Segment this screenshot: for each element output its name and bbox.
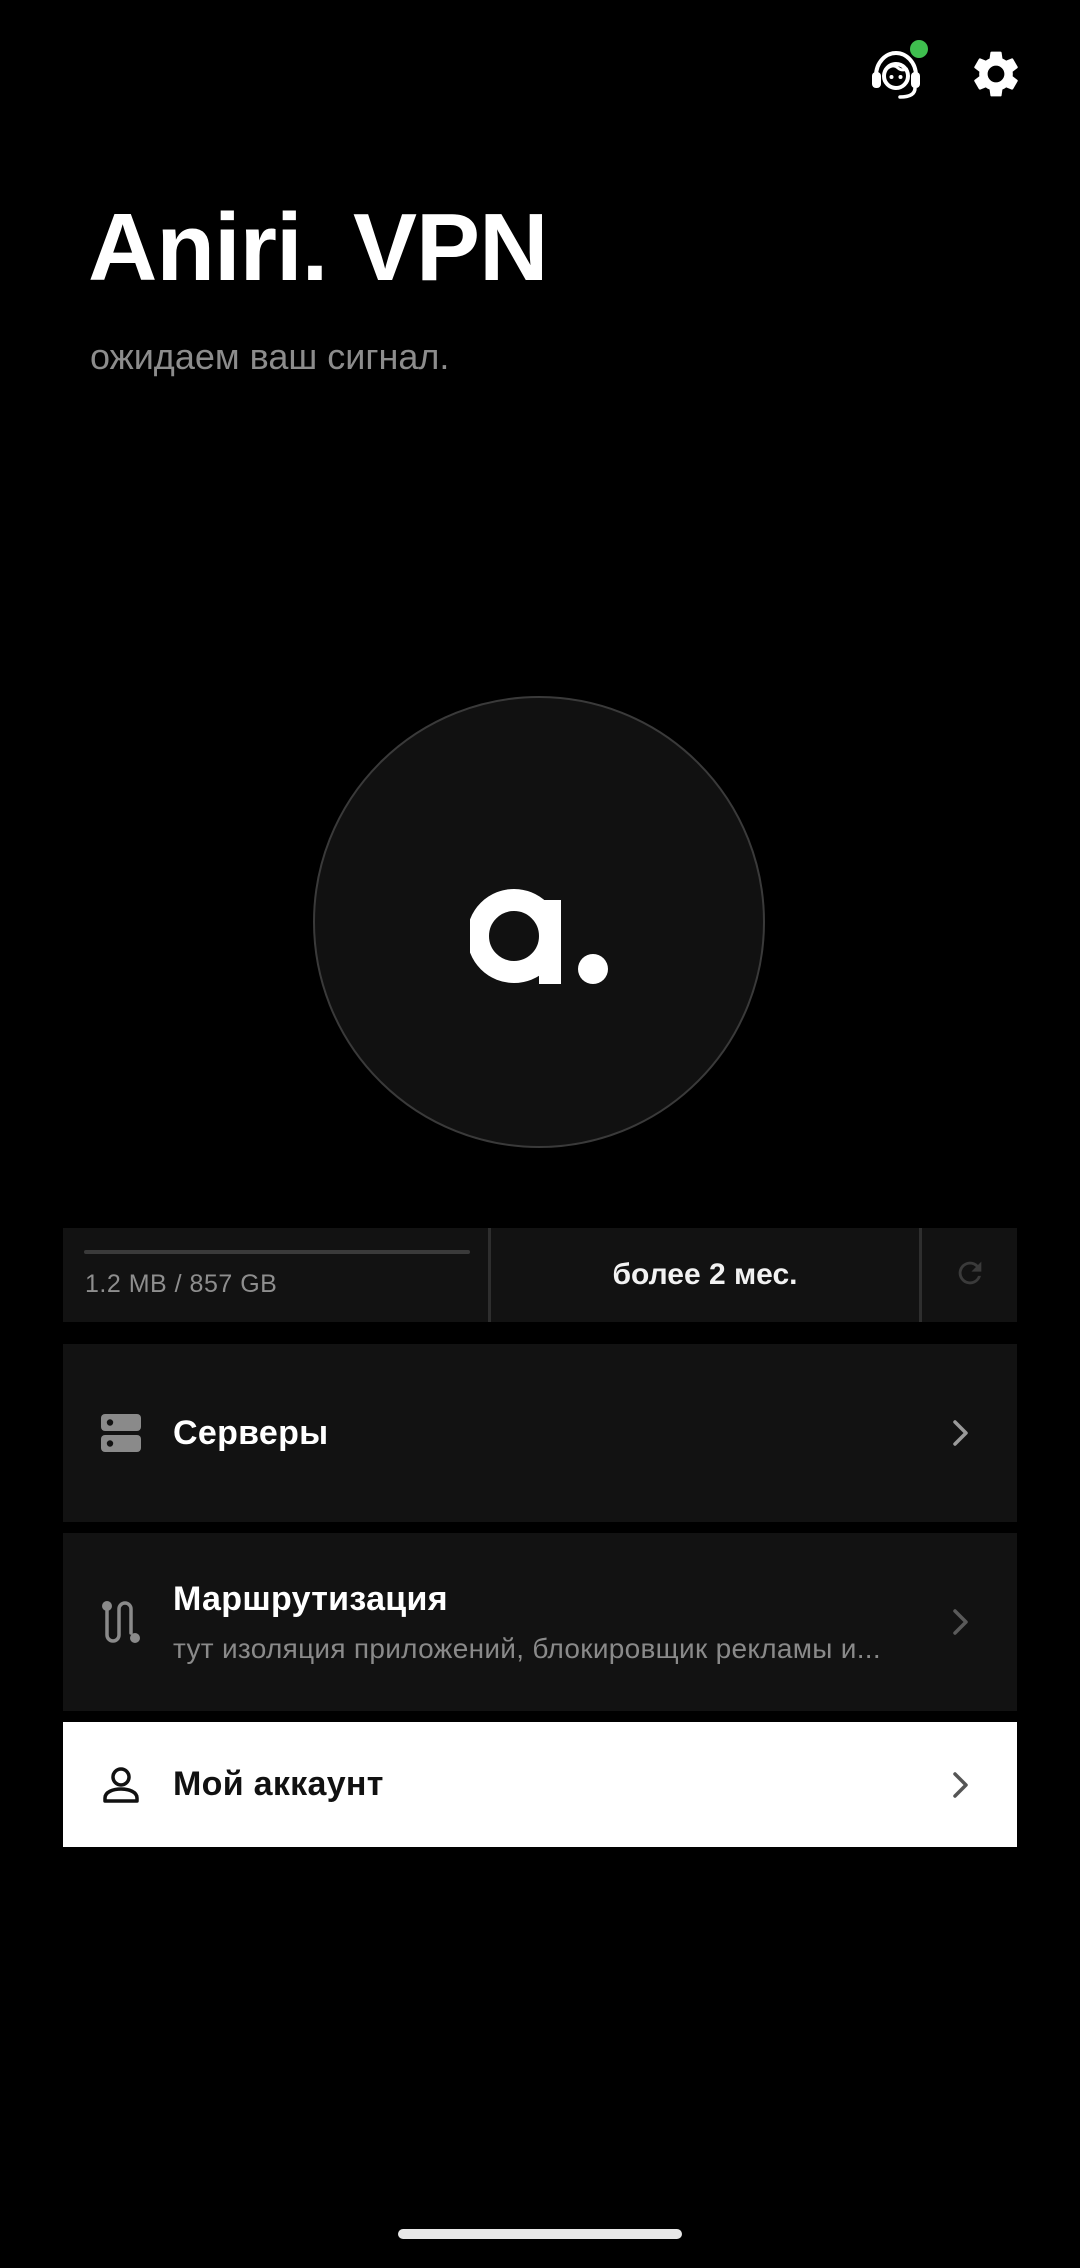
user-icon xyxy=(99,1763,143,1807)
refresh-icon xyxy=(953,1256,987,1295)
chevron-right-icon xyxy=(949,1415,973,1451)
traffic-usage: 1.2 MB / 857 GB xyxy=(63,1228,491,1322)
chevron-right-icon xyxy=(949,1604,973,1640)
subscription-stats: 1.2 MB / 857 GB более 2 мес. xyxy=(63,1228,1017,1322)
routing-title: Маршрутизация xyxy=(173,1579,448,1618)
chevron-right-icon xyxy=(949,1767,973,1803)
traffic-usage-text: 1.2 MB / 857 GB xyxy=(85,1270,278,1298)
servers-menu-item[interactable]: Серверы xyxy=(63,1344,1017,1522)
route-icon xyxy=(99,1600,143,1644)
subscription-period: более 2 мес. xyxy=(491,1228,922,1322)
home-indicator[interactable] xyxy=(398,2229,682,2239)
app-title: Aniri. VPN xyxy=(88,194,548,301)
servers-title: Серверы xyxy=(173,1413,329,1452)
online-status-dot xyxy=(910,40,928,58)
routing-menu-item[interactable]: Маршрутизация тут изоляция приложений, б… xyxy=(63,1533,1017,1711)
settings-button[interactable] xyxy=(960,40,1032,112)
account-menu-item[interactable]: Мой аккаунт xyxy=(63,1722,1017,1847)
account-title: Мой аккаунт xyxy=(173,1765,384,1803)
connection-status-text: ожидаем ваш сигнал. xyxy=(90,336,450,377)
gear-icon xyxy=(968,46,1024,107)
server-icon xyxy=(99,1411,143,1455)
refresh-button[interactable] xyxy=(922,1228,1017,1322)
aniri-logo-icon xyxy=(470,880,608,984)
support-button[interactable] xyxy=(860,40,932,112)
connect-button[interactable] xyxy=(313,696,765,1148)
routing-description: тут изоляция приложений, блокировщик рек… xyxy=(173,1632,881,1664)
traffic-progress-bar xyxy=(84,1250,470,1254)
